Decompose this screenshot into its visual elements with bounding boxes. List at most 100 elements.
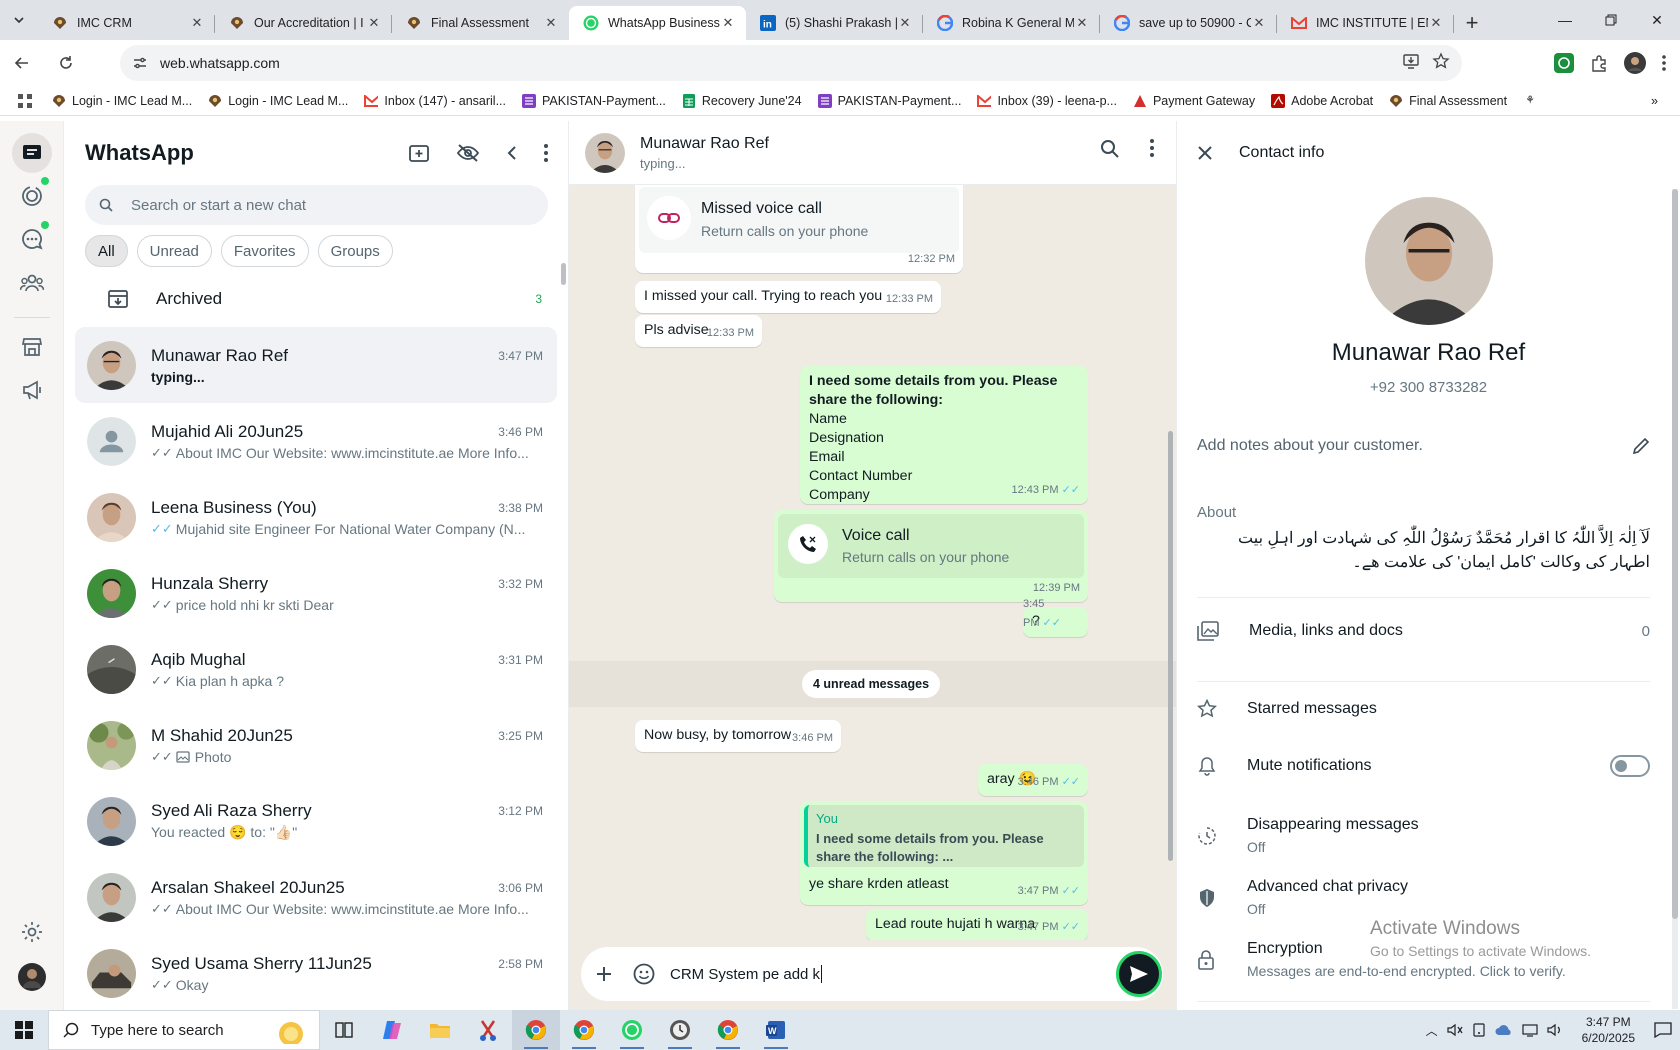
browser-tab[interactable]: Final Assessment ✕ xyxy=(392,6,569,40)
mute-notifications-row[interactable]: Mute notifications xyxy=(1197,755,1650,777)
system-clock[interactable]: 3:47 PM 6/20/2025 xyxy=(1582,1014,1635,1046)
filter-chip-unread[interactable]: Unread xyxy=(136,235,212,267)
browser-tab[interactable]: Robina K General M ✕ xyxy=(923,6,1100,40)
bookmark-item[interactable]: Login - IMC Lead M... xyxy=(200,94,356,108)
back-button[interactable] xyxy=(6,47,38,79)
chat-avatar[interactable] xyxy=(87,492,136,542)
outgoing-message[interactable]: Lead route hujati h warna 3:47 PM ✓✓ xyxy=(866,909,1088,940)
weather-cloud-icon[interactable] xyxy=(1495,1023,1513,1037)
send-button[interactable] xyxy=(1116,951,1162,997)
browser-tab[interactable]: Our Accreditation | I ✕ xyxy=(215,6,392,40)
apps-grid-icon[interactable] xyxy=(0,93,44,108)
contact-large-avatar[interactable] xyxy=(1364,197,1493,325)
menu-dots-icon[interactable] xyxy=(544,144,548,162)
chat-avatar[interactable] xyxy=(87,796,136,846)
browser-tab[interactable]: in (5) Shashi Prakash | L ✕ xyxy=(746,6,923,40)
close-tab-icon[interactable]: ✕ xyxy=(1074,15,1090,31)
minimize-button[interactable]: — xyxy=(1542,0,1588,40)
customer-notes-field[interactable]: Add notes about your customer. xyxy=(1197,437,1650,455)
incoming-message[interactable]: Now busy, by tomorrow 3:46 PM xyxy=(635,720,841,752)
speaker-muted-icon[interactable] xyxy=(1447,1023,1463,1037)
snipping-tool-icon[interactable] xyxy=(464,1010,512,1050)
close-tab-icon[interactable]: ✕ xyxy=(543,15,559,31)
chat-list-item[interactable]: Leena Business (You) 3:38 PM ✓✓ Mujahid sit… xyxy=(75,479,557,555)
hide-eye-icon[interactable] xyxy=(456,143,480,163)
extension-whatsapp-icon[interactable] xyxy=(1554,53,1574,73)
chat-avatar[interactable] xyxy=(87,416,136,466)
chats-nav-icon[interactable] xyxy=(12,133,52,173)
bookmark-item[interactable]: Inbox (39) - leena-p... xyxy=(969,94,1125,108)
filter-chip-groups[interactable]: Groups xyxy=(317,235,393,267)
mute-toggle[interactable] xyxy=(1610,755,1650,777)
network-icon[interactable] xyxy=(1522,1023,1538,1037)
chat-avatar[interactable] xyxy=(87,720,136,770)
site-info-icon[interactable] xyxy=(132,55,148,71)
profile-avatar[interactable] xyxy=(1624,52,1646,74)
chat-avatar[interactable] xyxy=(87,948,136,998)
search-input[interactable]: Search or start a new chat xyxy=(85,185,548,225)
media-links-docs-row[interactable]: Media, links and docs 0 xyxy=(1197,621,1650,641)
conversation-scrollbar[interactable] xyxy=(1168,431,1173,861)
advanced-privacy-row[interactable]: Advanced chat privacy Off xyxy=(1197,878,1650,917)
filter-chip-all[interactable]: All xyxy=(85,235,128,267)
chat-list-item[interactable]: Munawar Rao Ref 3:47 PM typing... xyxy=(75,327,557,403)
communities-nav-icon[interactable] xyxy=(12,263,52,303)
chat-list-scrollbar[interactable] xyxy=(561,263,566,285)
chrome-profile-taskbar-icon[interactable] xyxy=(560,1010,608,1050)
edit-pencil-icon[interactable] xyxy=(1632,437,1650,455)
bookmark-extra-icon[interactable]: ⚘ xyxy=(1515,94,1545,108)
bookmark-item[interactable]: Inbox (147) - ansaril... xyxy=(356,94,514,108)
tab-search-button[interactable] xyxy=(0,0,38,40)
chat-list-item[interactable]: M Shahid 20Jun25 3:25 PM ✓✓ Photo xyxy=(75,707,557,783)
chrome-second-taskbar-icon[interactable] xyxy=(704,1010,752,1050)
chat-list-item[interactable]: Aqib Mughal 3:31 PM ✓✓ Kia plan h apka ? xyxy=(75,631,557,707)
filter-chip-favorites[interactable]: Favorites xyxy=(220,235,309,267)
emoji-sticker-icon[interactable] xyxy=(633,963,655,985)
new-chat-icon[interactable] xyxy=(408,142,430,164)
attach-plus-icon[interactable] xyxy=(595,965,613,983)
close-tab-icon[interactable]: ✕ xyxy=(897,15,913,31)
notification-center-icon[interactable] xyxy=(1654,1022,1672,1038)
task-view-icon[interactable] xyxy=(320,1010,368,1050)
close-tab-icon[interactable]: ✕ xyxy=(1428,15,1444,31)
restore-button[interactable] xyxy=(1588,0,1634,40)
bookmark-item[interactable]: Recovery June'24 xyxy=(674,93,810,108)
whatsapp-taskbar-icon[interactable] xyxy=(608,1010,656,1050)
close-tab-icon[interactable]: ✕ xyxy=(189,15,205,31)
close-tab-icon[interactable]: ✕ xyxy=(1251,15,1267,31)
tray-chevron-up-icon[interactable]: ︿ xyxy=(1426,1022,1438,1039)
contact-info-scrollbar[interactable] xyxy=(1672,189,1678,1009)
chat-avatar[interactable] xyxy=(87,872,136,922)
archived-row[interactable]: Archived 3 xyxy=(64,271,568,327)
chat-list-item[interactable]: Syed Ali Raza Sherry 3:12 PM You reacted 😌… xyxy=(75,783,557,859)
starred-messages-row[interactable]: Starred messages xyxy=(1197,699,1650,719)
settings-gear-icon[interactable] xyxy=(12,912,52,952)
quoted-message[interactable]: You I need some details from you. Please… xyxy=(804,805,1084,867)
browser-tab[interactable]: IMC INSTITUTE | EN ✕ xyxy=(1277,6,1454,40)
incoming-message[interactable]: Pls advise 12:33 PM xyxy=(635,315,762,347)
device-icon[interactable] xyxy=(1472,1023,1486,1037)
chat-avatar[interactable] xyxy=(87,568,136,618)
browser-tab[interactable]: save up to 50900 - C ✕ xyxy=(1100,6,1277,40)
file-explorer-icon[interactable] xyxy=(416,1010,464,1050)
close-window-button[interactable]: ✕ xyxy=(1634,0,1680,40)
outgoing-message[interactable]: aray 😉 3:46 PM ✓✓ xyxy=(978,764,1088,796)
chrome-menu-icon[interactable] xyxy=(1662,55,1666,71)
word-taskbar-icon[interactable]: W xyxy=(752,1010,800,1050)
voice-call-bubble[interactable]: Voice call Return calls on your phone 12… xyxy=(774,510,1088,602)
chat-list-item[interactable]: Mujahid Ali 20Jun25 3:46 PM ✓✓ About IMC Ou… xyxy=(75,403,557,479)
install-app-icon[interactable] xyxy=(1402,52,1420,70)
extensions-puzzle-icon[interactable] xyxy=(1590,54,1608,72)
chat-list-item[interactable]: Arsalan Shakeel 20Jun25 3:06 PM ✓✓ About IM… xyxy=(75,859,557,935)
contact-avatar[interactable] xyxy=(585,132,625,173)
copilot-icon[interactable] xyxy=(368,1010,416,1050)
url-bar[interactable]: web.whatsapp.com xyxy=(120,45,1462,81)
bookmark-item[interactable]: Final Assessment xyxy=(1381,94,1515,108)
close-tab-icon[interactable]: ✕ xyxy=(720,15,736,31)
disappearing-messages-row[interactable]: Disappearing messages Off xyxy=(1197,816,1650,855)
taskbar-search-box[interactable]: Type here to search xyxy=(48,1010,320,1050)
bookmark-item[interactable]: Payment Gateway xyxy=(1125,94,1263,108)
chat-list-item[interactable]: Syed Usama Sherry 11Jun25 2:58 PM ✓✓ Okay xyxy=(75,935,557,1010)
conversation-contact-name[interactable]: Munawar Rao Ref xyxy=(640,135,769,153)
profile-photo-avatar[interactable] xyxy=(12,957,52,997)
